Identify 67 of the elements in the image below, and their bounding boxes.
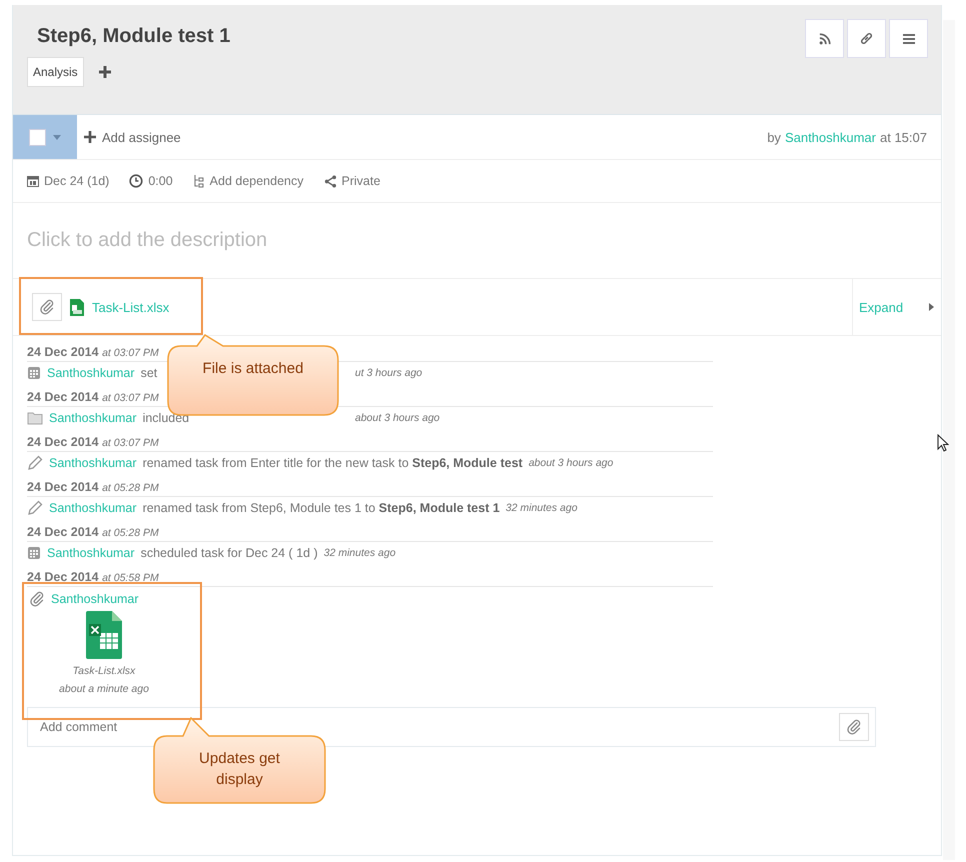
callout-text: File is attached — [202, 359, 304, 379]
mouse-cursor-icon — [937, 434, 949, 452]
plus-icon[interactable] — [98, 65, 112, 79]
link-icon — [859, 31, 874, 46]
rss-button[interactable] — [805, 19, 844, 58]
user-link[interactable]: Santhoshkumar — [51, 592, 139, 606]
user-link[interactable]: Santhoshkumar — [47, 366, 135, 380]
calendar-icon — [27, 175, 39, 187]
menu-button[interactable] — [889, 19, 928, 58]
user-link[interactable]: Santhoshkumar — [49, 411, 137, 425]
description-placeholder[interactable]: Click to add the description — [13, 203, 941, 279]
activity-date: 24 Dec 2014 at 05:58 PM — [27, 567, 713, 587]
created-time: at 15:07 — [880, 130, 927, 144]
activity-text: renamed task from Enter title for the new task to Step6, Module test — [142, 456, 523, 470]
caret-icon — [53, 134, 61, 140]
spreadsheet-file-icon — [70, 298, 84, 316]
paperclip-icon — [29, 591, 45, 607]
expand-link[interactable]: Expand — [859, 300, 904, 314]
activity-text: included — [142, 411, 190, 425]
user-link[interactable]: Santhoshkumar — [47, 546, 135, 560]
paperclip-icon — [846, 719, 862, 735]
callout-text: Updates get display — [198, 749, 281, 790]
activity-date: 24 Dec 2014 at 05:28 PM — [27, 522, 713, 542]
user-link[interactable]: Santhoshkumar — [49, 456, 137, 470]
time-ago: 32 minutes ago — [506, 502, 578, 514]
spreadsheet-file-icon[interactable] — [86, 611, 122, 659]
caret-right-icon[interactable] — [929, 303, 934, 311]
add-assignee-button[interactable]: Add assignee — [84, 130, 181, 144]
file-name: Task-List.xlsx — [72, 665, 136, 677]
paperclip-icon — [39, 299, 55, 315]
task-title: Step6, Module test 1 — [37, 24, 230, 49]
hierarchy-icon — [192, 174, 205, 188]
author-link[interactable]: Santhoshkumar — [784, 130, 876, 144]
tag-chip[interactable]: Analysis — [27, 57, 84, 87]
user-link[interactable]: Santhoshkumar — [49, 501, 137, 515]
meta-item[interactable]: Dec 24 (1d) — [27, 174, 110, 188]
time-ago: 32 minutes ago — [324, 547, 396, 559]
meta-item[interactable]: Private — [324, 174, 380, 188]
plus-icon — [84, 131, 96, 143]
rss-icon — [818, 32, 830, 44]
time-ago: about 3 hours ago — [528, 457, 614, 469]
meta-item[interactable]: Add dependency — [192, 174, 304, 188]
file-link[interactable]: Task-List.xlsx — [92, 300, 170, 314]
attach-button[interactable] — [839, 713, 869, 741]
share-icon — [324, 174, 336, 188]
activity-date: 24 Dec 2014 at 03:07 PM — [27, 432, 713, 452]
link-button[interactable] — [847, 19, 886, 58]
activity-text: scheduled task for Dec 24 ( 1d ) — [140, 546, 318, 560]
comment-input[interactable]: Add comment — [38, 711, 839, 743]
author-label: by — [767, 130, 781, 144]
comment-box[interactable]: Add comment — [27, 707, 876, 747]
folder-icon — [27, 411, 43, 425]
clock-icon — [129, 174, 144, 188]
pencil-icon — [27, 455, 43, 471]
activity-date: 24 Dec 2014 at 05:28 PM — [27, 477, 713, 497]
meta-item[interactable]: 0:00 — [129, 174, 173, 188]
calendar-icon — [27, 366, 41, 380]
activity-text: set — [140, 366, 158, 380]
pencil-icon — [27, 500, 43, 516]
menu-icon — [902, 34, 914, 44]
time-ago: ut 3 hours ago — [355, 367, 422, 379]
activity-text: renamed task from Step6, Module tes 1 to Step6, Module test 1 — [142, 501, 500, 515]
time-ago: about a minute ago — [59, 683, 149, 695]
attach-button[interactable] — [32, 293, 62, 321]
checkbox[interactable] — [29, 128, 46, 146]
calendar-icon — [27, 546, 41, 560]
time-ago: about 3 hours ago — [355, 412, 440, 424]
